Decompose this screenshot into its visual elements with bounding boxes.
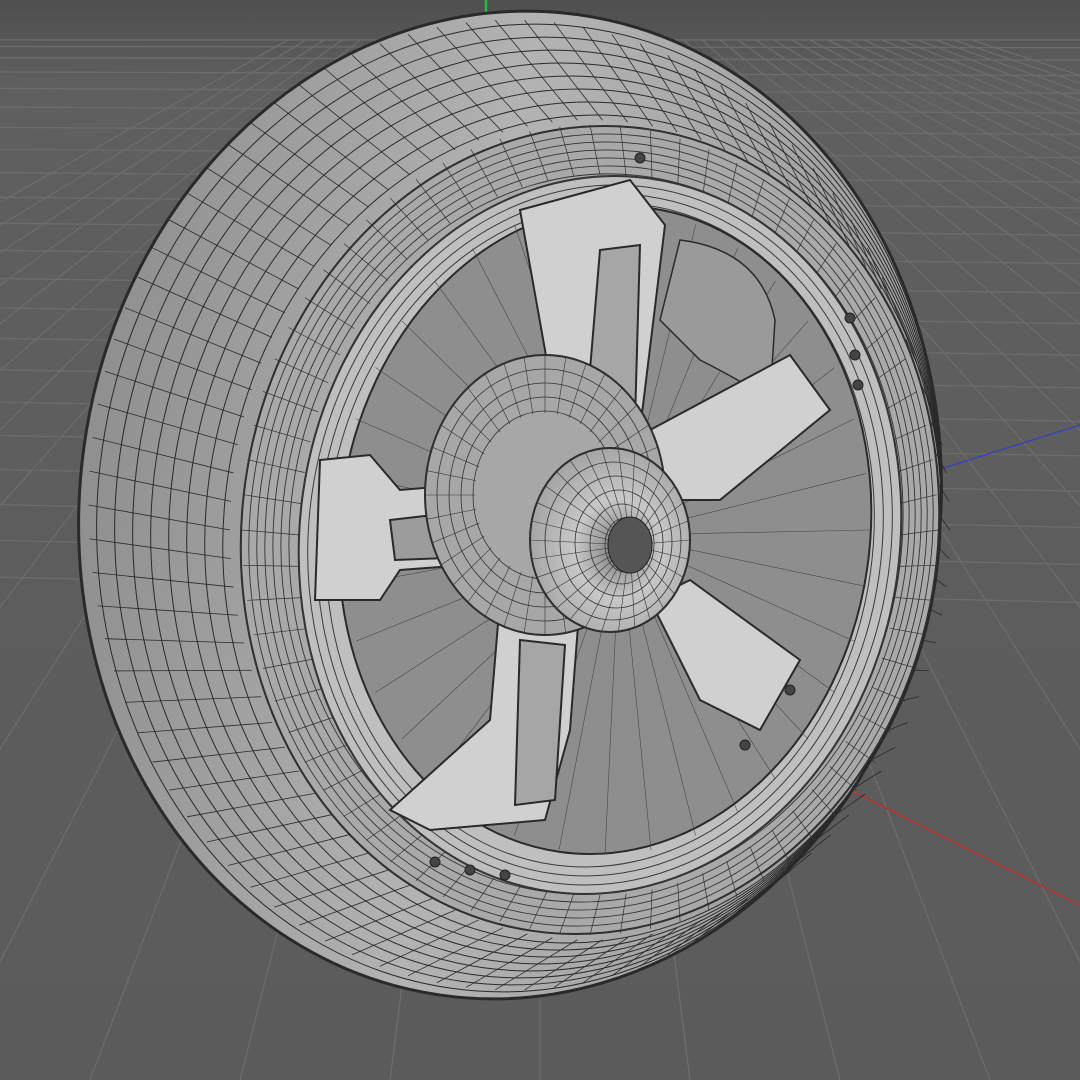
3d-viewport[interactable] [0, 0, 1080, 1080]
wheel-model[interactable] [15, 0, 1004, 1055]
viewport-canvas[interactable] [0, 0, 1080, 1080]
hub-center [607, 516, 653, 574]
